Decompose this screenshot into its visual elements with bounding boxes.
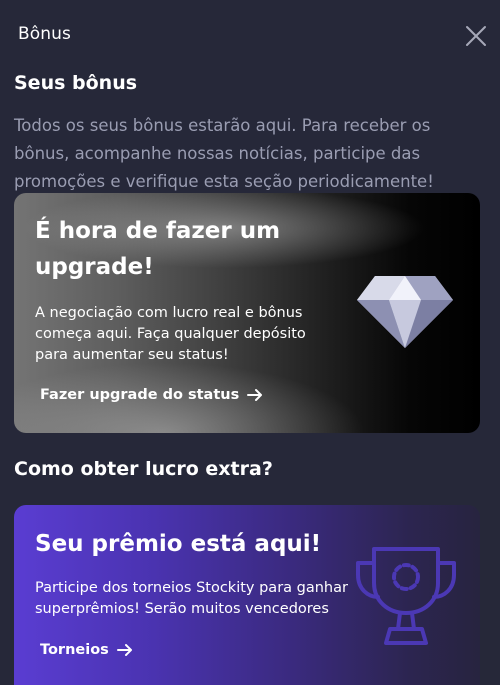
panel-title: Bônus (18, 24, 71, 44)
close-icon (466, 26, 486, 46)
upgrade-heading: É hora de fazer um upgrade! (35, 218, 281, 280)
my-bonuses-title: Seus bônus (14, 72, 138, 94)
bonus-header: Bônus (0, 0, 500, 70)
prize-body: Participe dos torneios Stockity para gan… (35, 580, 348, 617)
extra-profit-title: Como obter lucro extra? (14, 458, 273, 480)
trophy-icon (356, 547, 456, 645)
close-button[interactable] (462, 22, 490, 50)
my-bonuses-description: Todos os seus bônus estarão aqui. Para r… (14, 116, 434, 191)
prize-heading: Seu prêmio está aqui! (35, 531, 322, 557)
upgrade-status-link-label: Fazer upgrade do status (40, 387, 240, 403)
tournaments-link-label: Torneios (40, 642, 109, 658)
tournaments-link[interactable]: Torneios (40, 642, 133, 658)
upgrade-status-link[interactable]: Fazer upgrade do status (40, 387, 263, 403)
arrow-right-icon (116, 644, 132, 656)
diamond-icon (357, 276, 453, 348)
prize-card: Seu prêmio está aqui! Participe dos torn… (14, 505, 480, 685)
arrow-right-icon (247, 389, 263, 401)
upgrade-card: É hora de fazer um upgrade! A negociação… (14, 193, 480, 433)
upgrade-body: A negociação com lucro real e bônus come… (35, 305, 306, 363)
